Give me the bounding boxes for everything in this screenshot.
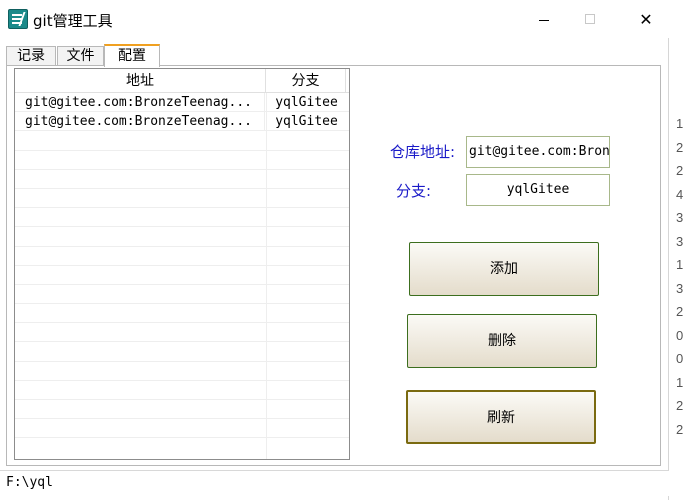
- background-digit: 2: [676, 139, 683, 155]
- tab-records[interactable]: 记录: [6, 46, 56, 66]
- minimize-button[interactable]: [521, 0, 567, 38]
- empty-row: [15, 227, 349, 247]
- empty-row: [15, 247, 349, 266]
- app-window: git管理工具 ✕ 记录 文件 配置 地址 分支 git@gitee.com:B…: [0, 0, 669, 500]
- branch-input[interactable]: yqlGitee: [466, 174, 610, 206]
- empty-row: [15, 208, 349, 228]
- config-panel: 地址 分支 git@gitee.com:BronzeTeenag... yqlG…: [6, 65, 661, 466]
- title-bar[interactable]: git管理工具 ✕: [0, 0, 669, 38]
- add-button[interactable]: 添加: [409, 242, 599, 296]
- empty-row: [15, 304, 349, 324]
- tab-files[interactable]: 文件: [57, 46, 104, 66]
- empty-row: [15, 381, 349, 400]
- repo-table[interactable]: 地址 分支 git@gitee.com:BronzeTeenag... yqlG…: [14, 68, 350, 460]
- table-row[interactable]: git@gitee.com:BronzeTeenag... yqlGitee: [15, 93, 349, 113]
- background-digit: 1: [676, 374, 683, 390]
- row-address: git@gitee.com:BronzeTeenag...: [25, 93, 265, 112]
- empty-row: [15, 131, 349, 151]
- app-logo-icon: [8, 9, 28, 29]
- close-icon: ✕: [639, 9, 653, 29]
- repo-address-input[interactable]: git@gitee.com:Bron: [466, 136, 610, 168]
- table-header: 地址 分支: [15, 69, 349, 93]
- empty-row: [15, 419, 349, 439]
- row-branch: yqlGitee: [266, 93, 346, 112]
- empty-row: [15, 151, 349, 170]
- empty-row: [15, 323, 349, 343]
- row-address: git@gitee.com:BronzeTeenag...: [25, 112, 265, 132]
- empty-row: [15, 266, 349, 285]
- background-digit: 2: [676, 163, 683, 178]
- background-digit: 3: [676, 233, 683, 249]
- refresh-button[interactable]: 刷新: [406, 390, 596, 444]
- close-button[interactable]: ✕: [623, 0, 669, 38]
- background-digit: 2: [676, 398, 683, 413]
- table-body: git@gitee.com:BronzeTeenag... yqlGitee g…: [15, 93, 349, 439]
- window-title: git管理工具: [33, 12, 113, 30]
- background-digit: 1: [676, 257, 683, 272]
- maximize-button[interactable]: [567, 0, 613, 38]
- background-digit: 2: [676, 421, 683, 437]
- minimize-icon: [539, 19, 549, 21]
- empty-row: [15, 170, 349, 189]
- empty-row: [15, 189, 349, 209]
- empty-row: [15, 362, 349, 381]
- empty-row: [15, 342, 349, 362]
- background-digit: 1: [676, 116, 683, 131]
- repo-address-label: 仓库地址:: [390, 143, 456, 161]
- background-digit: 0: [676, 327, 683, 343]
- row-branch: yqlGitee: [266, 112, 346, 132]
- maximize-icon: [585, 14, 595, 24]
- status-path: F:\yql: [6, 475, 53, 490]
- background-digit: 3: [676, 280, 683, 296]
- branch-label: 分支:: [396, 182, 432, 200]
- background-window-fragment: 1 2 2 4 3 3 1 3 2 0 0 1 2 2: [676, 112, 683, 441]
- background-digit: 3: [676, 210, 683, 225]
- status-bar: F:\yql: [0, 470, 669, 496]
- column-header-address[interactable]: 地址: [15, 69, 266, 93]
- delete-button[interactable]: 删除: [407, 314, 597, 368]
- table-row[interactable]: git@gitee.com:BronzeTeenag... yqlGitee: [15, 112, 349, 132]
- empty-row: [15, 400, 349, 420]
- empty-row: [15, 285, 349, 305]
- column-header-branch[interactable]: 分支: [266, 69, 346, 93]
- background-digit: 0: [676, 351, 683, 366]
- tab-config[interactable]: 配置: [104, 44, 160, 67]
- background-digit: 2: [676, 304, 683, 319]
- background-digit: 4: [676, 186, 683, 202]
